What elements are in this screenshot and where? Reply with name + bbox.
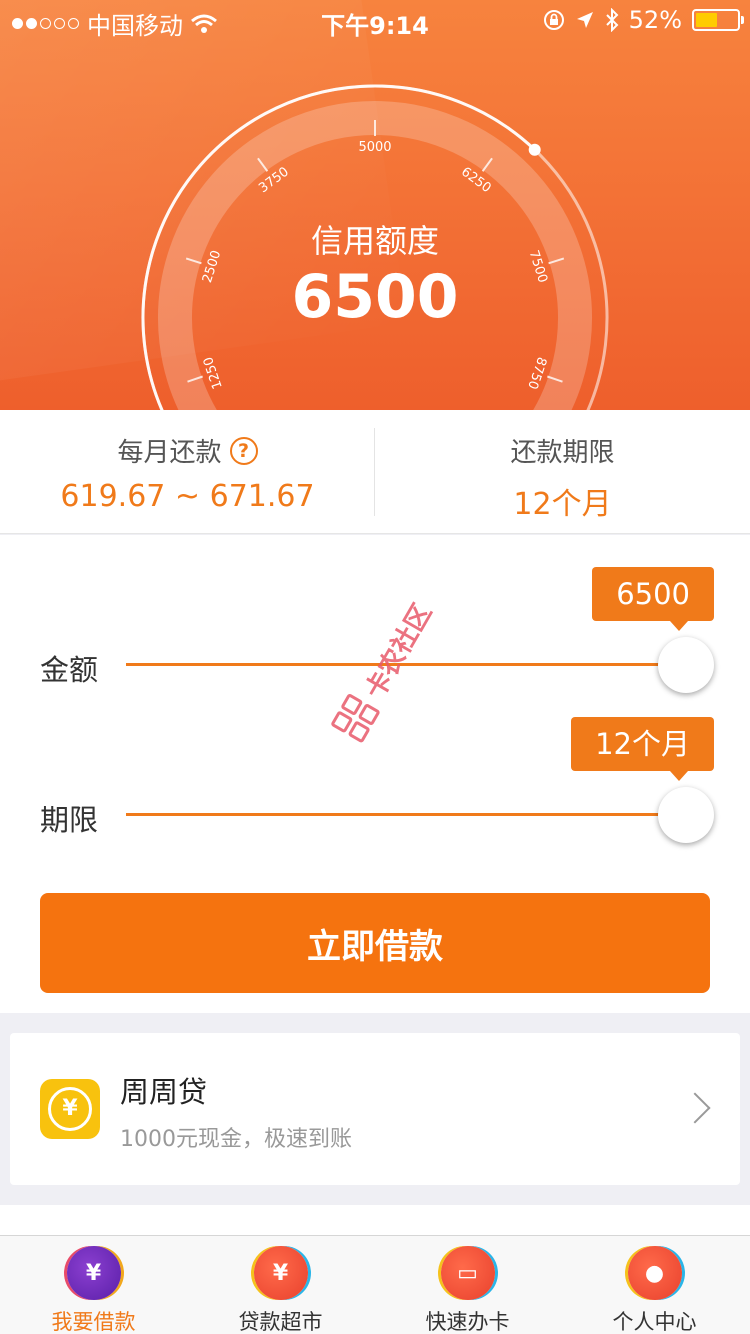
repayment-term-title: 还款期限	[510, 438, 615, 468]
tab-bar: ¥ 我要借款 ¥ 贷款超市 ▭ 快速办卡 ● 个人中心	[0, 1235, 750, 1334]
amount-slider-bubble: 6500	[592, 567, 714, 631]
amount-label: 金额	[40, 653, 99, 687]
repayment-summary: 每月还款 ? 619.67 ~ 671.67 还款期限 12个月	[0, 410, 750, 534]
tab-label: 个人中心	[612, 1310, 697, 1334]
tab-quick-card[interactable]: ▭ 快速办卡	[374, 1246, 561, 1334]
watermark-text: 卡农社区	[359, 598, 438, 704]
monthly-repayment-value: 619.67 ~ 671.67	[60, 479, 315, 514]
gauge-tick-label: 5000	[358, 140, 391, 155]
user-icon: ●	[627, 1246, 682, 1300]
promo-title: 周周贷	[120, 1075, 208, 1109]
term-slider-track[interactable]	[126, 813, 686, 816]
content-bottom	[0, 1205, 750, 1235]
monthly-repayment-title: 每月还款	[117, 438, 222, 468]
gauge-pointer	[528, 143, 541, 156]
help-icon[interactable]: ?	[229, 436, 258, 465]
tab-label: 快速办卡	[425, 1310, 510, 1334]
weekly-loan-card[interactable]: ¥ 周周贷 1000元现金，极速到账	[10, 1033, 740, 1185]
monthly-repayment: 每月还款 ? 619.67 ~ 671.67	[0, 410, 375, 534]
credit-card-icon: ▭	[440, 1246, 495, 1300]
borrow-now-button[interactable]: 立即借款	[40, 893, 710, 993]
tab-label: 我要借款	[51, 1310, 136, 1334]
loan-market-icon: ¥	[253, 1246, 308, 1300]
tab-loan-market[interactable]: ¥ 贷款超市	[187, 1246, 374, 1334]
repayment-term-value: 12个月	[513, 487, 612, 522]
credit-gauge-panel: 中国移动 下午9:14 52% 01	[0, 0, 750, 410]
tab-borrow[interactable]: ¥ 我要借款	[0, 1246, 187, 1334]
term-slider-handle[interactable]	[658, 787, 714, 843]
borrow-icon: ¥	[66, 1246, 121, 1300]
promo-subtitle: 1000元现金，极速到账	[120, 1127, 352, 1152]
repayment-term: 还款期限 12个月	[375, 410, 750, 534]
credit-limit-label: 信用额度	[310, 222, 439, 260]
term-label: 期限	[40, 803, 99, 837]
credit-limit-value: 6500	[291, 262, 459, 332]
term-slider-bubble: 12个月	[571, 717, 714, 781]
chevron-right-icon	[679, 1092, 711, 1124]
coin-icon: ¥	[40, 1079, 100, 1139]
tab-label: 贷款超市	[238, 1310, 323, 1334]
amount-slider-handle[interactable]	[658, 637, 714, 693]
tab-profile[interactable]: ● 个人中心	[561, 1246, 748, 1334]
credit-gauge: 0125025003750500062507500875010000	[141, 84, 609, 410]
